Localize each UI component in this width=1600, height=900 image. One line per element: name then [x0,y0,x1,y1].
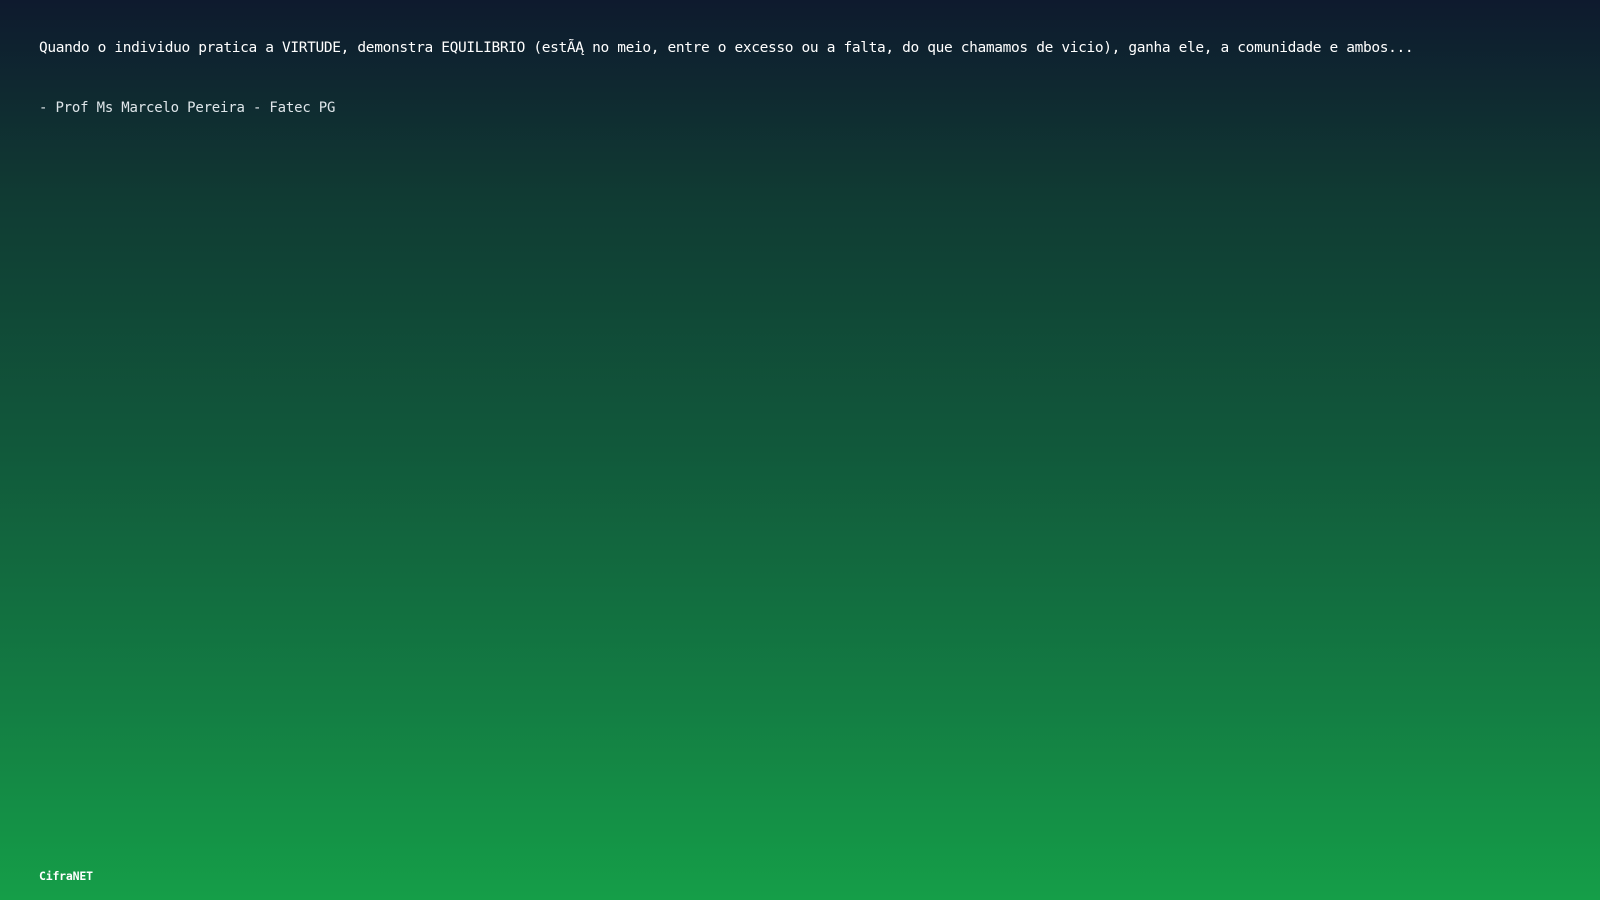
quote-text: Quando o individuo pratica a VIRTUDE, de… [39,40,1414,56]
screen-background: { "quote": { "text": "Quando o individuo… [0,0,1600,900]
quote-author: - Prof Ms Marcelo Pereira - Fatec PG [39,100,336,116]
brand-label: CifraNET [39,869,93,883]
